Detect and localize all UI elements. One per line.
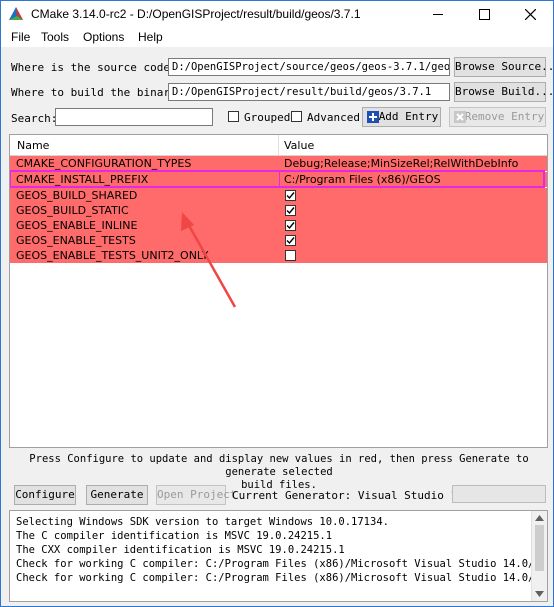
remove-entry-label: Remove Entry <box>464 110 545 123</box>
output-log[interactable]: Selecting Windows SDK version to target … <box>9 510 548 602</box>
advanced-label: Advanced <box>307 111 360 124</box>
menu-tools[interactable]: Tools <box>41 30 69 44</box>
maximize-button[interactable] <box>461 1 507 27</box>
add-entry-label: Add Entry <box>378 110 439 123</box>
menu-file[interactable]: File <box>11 30 30 44</box>
minimize-icon <box>433 13 443 15</box>
annotation-arrow <box>181 212 237 308</box>
minimize-button[interactable] <box>415 1 461 27</box>
maximize-icon <box>478 8 490 20</box>
menu-options[interactable]: Options <box>83 30 124 44</box>
status-message-line1: Press Configure to update and display ne… <box>29 453 529 478</box>
add-plus-icon <box>367 111 379 123</box>
browse-build-button[interactable]: Browse Build... <box>454 82 553 102</box>
remove-entry-button[interactable]: Remove Entry <box>449 107 546 127</box>
advanced-checkbox[interactable] <box>291 111 302 122</box>
browse-source-button[interactable]: Browse Source... <box>454 57 553 77</box>
window-title: CMake 3.14.0-rc2 - D:/OpenGISProject/res… <box>31 7 361 21</box>
source-label: Where is the source code: <box>11 61 177 74</box>
open-project-button[interactable]: Open Project <box>156 485 236 505</box>
log-line: Check for working C compiler: C:/Program… <box>16 572 541 584</box>
progress-bar <box>452 485 546 503</box>
grouped-checkbox[interactable] <box>228 111 239 122</box>
remove-x-icon <box>454 111 466 123</box>
scroll-up-icon[interactable] <box>535 515 544 521</box>
configure-button[interactable]: Configure <box>14 485 76 505</box>
grouped-label: Grouped <box>244 111 291 124</box>
scroll-thumb[interactable] <box>535 525 544 571</box>
menu-help[interactable]: Help <box>138 30 163 44</box>
log-line: The C compiler identification is MSVC 19… <box>16 530 333 542</box>
close-icon <box>524 8 536 20</box>
source-path-input[interactable]: D:/OpenGISProject/source/geos/geos-3.7.1… <box>168 58 450 76</box>
search-label: Search: <box>11 112 58 125</box>
cmake-triangle-icon <box>9 7 23 20</box>
title-bar[interactable]: CMake 3.14.0-rc2 - D:/OpenGISProject/res… <box>1 1 553 27</box>
close-button[interactable] <box>507 1 553 27</box>
log-line: The CXX compiler identification is MSVC … <box>16 544 345 556</box>
log-scrollbar[interactable] <box>531 511 547 601</box>
menu-bar: File Tools Options Help <box>1 27 553 47</box>
generate-button[interactable]: Generate <box>86 485 148 505</box>
log-line: Selecting Windows SDK version to target … <box>16 516 389 528</box>
cmake-window: CMake 3.14.0-rc2 - D:/OpenGISProject/res… <box>0 0 554 607</box>
add-entry-button[interactable]: Add Entry <box>362 107 441 127</box>
cache-table[interactable]: Name Value CMAKE_CONFIGURATION_TYPES Deb… <box>9 134 548 448</box>
build-path-input[interactable]: D:/OpenGISProject/result/build/geos/3.7.… <box>168 83 450 101</box>
search-input[interactable] <box>55 108 213 126</box>
log-line: Check for working C compiler: C:/Program… <box>16 558 541 570</box>
scroll-down-icon[interactable] <box>535 591 544 597</box>
